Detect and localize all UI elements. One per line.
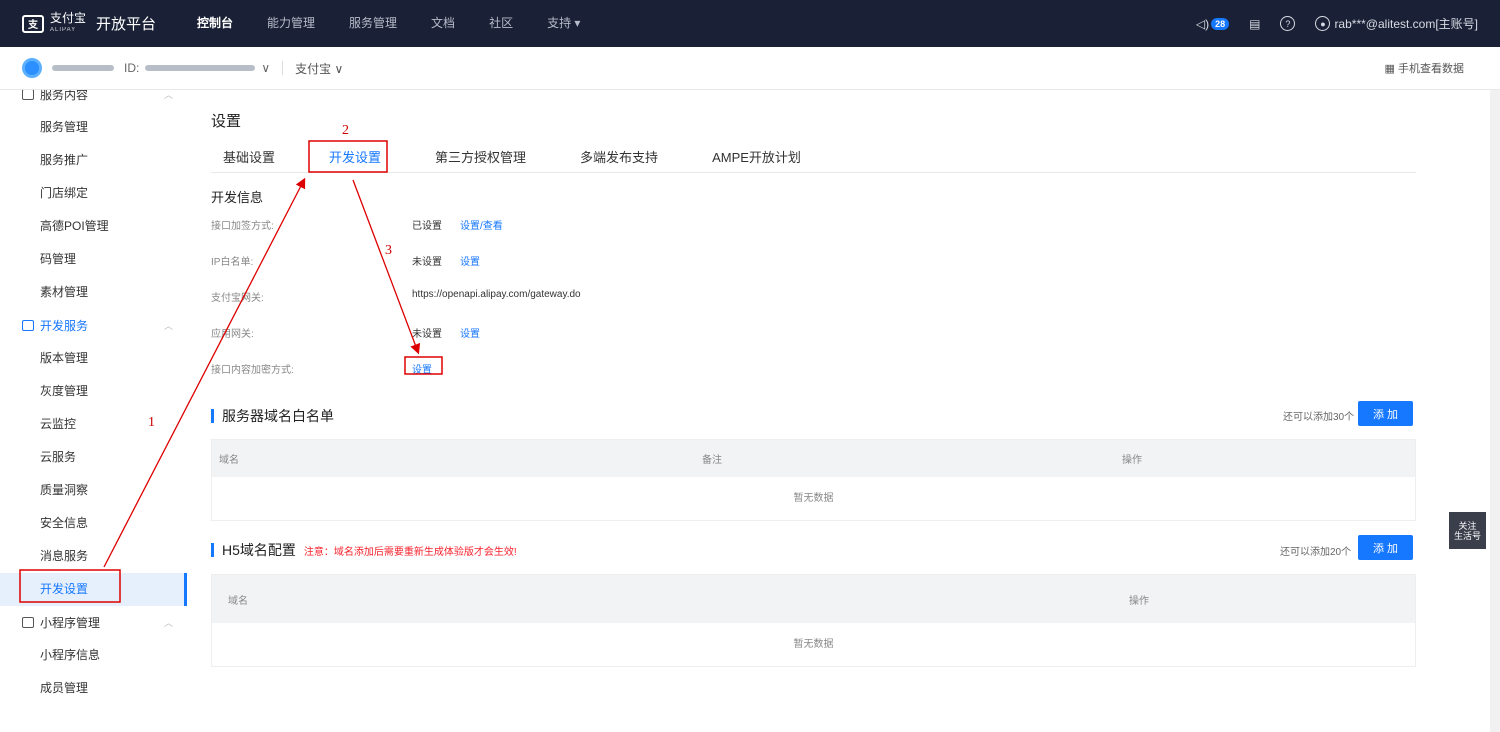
follow-lifestyle-button[interactable]: 关注 生活号 [1449, 512, 1486, 549]
sidebar-item-service-manage[interactable]: 服务管理 [0, 111, 187, 144]
mobile-view-link[interactable]: ▦ 手机查看数据 [1385, 60, 1500, 76]
nav-community[interactable]: 社区 [472, 0, 530, 47]
app-name-redacted [52, 65, 114, 71]
encryption-setting-link[interactable]: 设置 [412, 361, 432, 376]
tab-basic[interactable]: 基础设置 [211, 142, 287, 172]
row-encryption: 接口内容加密方式: 设置 [211, 361, 811, 376]
h5-domain-heading: H5域名配置 注意：域名添加后需要重新生成体验版才会生效! [211, 540, 517, 560]
server-remain: 还可以添加30个 [1283, 412, 1355, 423]
brand-cn: 支付宝 [50, 10, 87, 25]
nav-docs[interactable]: 文档 [414, 0, 472, 47]
sidebar-group-dev[interactable]: 开发服务 ︿ [0, 309, 187, 342]
grid-icon [22, 90, 34, 100]
settings-tabs: 基础设置 开发设置 第三方授权管理 多端发布支持 AMPE开放计划 [211, 142, 1416, 173]
brand[interactable]: 支 支付宝 ALIPAY 开放平台 [0, 12, 180, 36]
sidebar-item-members[interactable]: 成员管理 [0, 672, 187, 705]
speaker-icon: ◁) [1195, 16, 1210, 31]
brand-en: ALIPAY [50, 26, 77, 33]
account-menu[interactable]: ● rab***@alitest.com[主账号] [1315, 15, 1478, 32]
server-whitelist-table: 域名 备注 操作 暂无数据 [211, 439, 1416, 521]
sidebar: 服务内容 ︿ 服务管理 服务推广 门店绑定 高德POI管理 码管理 素材管理 开… [0, 90, 187, 732]
tab-ampe[interactable]: AMPE开放计划 [700, 142, 813, 172]
tab-multi-publish[interactable]: 多端发布支持 [568, 142, 670, 172]
tab-dev[interactable]: 开发设置 [317, 142, 393, 172]
sidebar-item-mini-info[interactable]: 小程序信息 [0, 639, 187, 672]
sidebar-item-monitor[interactable]: 云监控 [0, 408, 187, 441]
nav-capability[interactable]: 能力管理 [250, 0, 332, 47]
qrcode-icon: ▦ [1384, 63, 1398, 75]
ip-whitelist-link[interactable]: 设置 [460, 253, 480, 268]
help-icon: ? [1280, 16, 1296, 31]
app-gateway-link[interactable]: 设置 [460, 325, 480, 340]
tab-third-party[interactable]: 第三方授权管理 [423, 142, 538, 172]
sign-method-link[interactable]: 设置/查看 [460, 217, 503, 232]
h5-remain: 还可以添加20个 [1280, 547, 1352, 558]
sidebar-item-poi[interactable]: 高德POI管理 [0, 210, 187, 243]
top-navigation-bar: 支 支付宝 ALIPAY 开放平台 控制台 能力管理 服务管理 文档 社区 支持… [0, 0, 1500, 47]
h5-empty: 暂无数据 [212, 623, 1415, 666]
server-whitelist-heading: 服务器域名白名单 [211, 406, 334, 426]
annotation-number-3: 3 [385, 243, 392, 258]
nav-support[interactable]: 支持 ▾ [530, 0, 597, 47]
code-icon [22, 320, 34, 331]
sidebar-item-material[interactable]: 素材管理 [0, 276, 187, 309]
h5-warning: 注意：域名添加后需要重新生成体验版才会生效! [303, 546, 517, 558]
app-type-select[interactable]: 支付宝 ∨ [295, 60, 343, 77]
annotation-number-1: 1 [148, 415, 155, 430]
chevron-down-icon: ∨ [334, 61, 344, 76]
miniapp-icon [22, 617, 34, 628]
chevron-up-icon: ︿ [163, 90, 173, 100]
chevron-up-icon: ︿ [163, 321, 173, 331]
sidebar-item-gray[interactable]: 灰度管理 [0, 375, 187, 408]
alipay-logo-icon: 支 [22, 14, 44, 33]
sidebar-group-service[interactable]: 服务内容 ︿ [0, 90, 187, 111]
sidebar-item-store-bind[interactable]: 门店绑定 [0, 177, 187, 210]
app-id[interactable]: ID: ∨ [124, 61, 270, 75]
app-icon [22, 58, 42, 78]
row-sign-method: 接口加签方式: 已设置 设置/查看 [211, 217, 811, 232]
annotation-number-2: 2 [342, 123, 349, 138]
scrollbar[interactable] [1490, 90, 1500, 732]
nav-console[interactable]: 控制台 [180, 0, 250, 47]
user-icon: ● [1315, 16, 1331, 31]
sidebar-item-dev-settings[interactable]: 开发设置 [0, 573, 187, 606]
h5-domain-table: 域名 操作 暂无数据 [211, 574, 1416, 667]
sidebar-item-message[interactable]: 消息服务 [0, 540, 187, 573]
sidebar-item-quality[interactable]: 质量洞察 [0, 474, 187, 507]
help-button[interactable]: ? [1280, 16, 1296, 31]
main-content: 设置 基础设置 开发设置 第三方授权管理 多端发布支持 AMPE开放计划 开发信… [187, 90, 1500, 732]
account-name: rab***@alitest.com[主账号] [1334, 17, 1478, 31]
server-empty: 暂无数据 [212, 477, 1415, 520]
row-gateway: 支付宝网关: https://openapi.alipay.com/gatewa… [211, 289, 581, 304]
add-server-domain-button[interactable]: 添 加 [1358, 401, 1413, 426]
document-icon[interactable]: ▤ [1249, 17, 1260, 31]
sidebar-item-version[interactable]: 版本管理 [0, 342, 187, 375]
chevron-down-icon: ∨ [261, 61, 271, 75]
sidebar-item-cloud[interactable]: 云服务 [0, 441, 187, 474]
main-nav: 控制台 能力管理 服务管理 文档 社区 支持 ▾ [180, 0, 597, 47]
sidebar-group-mini[interactable]: 小程序管理 ︿ [0, 606, 187, 639]
page-title: 设置 [211, 113, 242, 130]
chevron-up-icon: ︿ [163, 618, 173, 628]
sidebar-item-service-promo[interactable]: 服务推广 [0, 144, 187, 177]
notification-badge: 28 [1211, 17, 1230, 30]
row-ip-whitelist: IP白名单: 未设置 设置 [211, 253, 811, 268]
notification-button[interactable]: ◁) 28 [1195, 16, 1230, 31]
platform-title: 开放平台 [96, 16, 157, 33]
app-header: ID: ∨ 支付宝 ∨ ▦ 手机查看数据 [0, 47, 1500, 90]
sidebar-item-security[interactable]: 安全信息 [0, 507, 187, 540]
nav-service[interactable]: 服务管理 [332, 0, 414, 47]
sidebar-item-code[interactable]: 码管理 [0, 243, 187, 276]
row-app-gateway: 应用网关: 未设置 设置 [211, 325, 811, 340]
dev-info-heading: 开发信息 [211, 190, 264, 205]
add-h5-domain-button[interactable]: 添 加 [1358, 535, 1413, 560]
